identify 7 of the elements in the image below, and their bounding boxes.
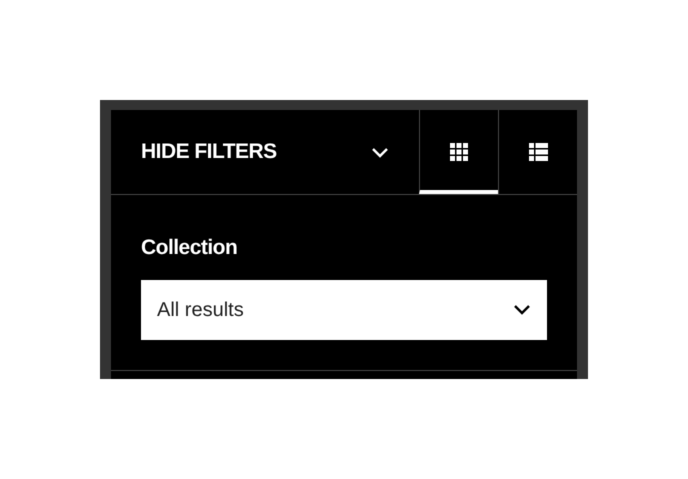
hide-filters-toggle[interactable]: HIDE FILTERS bbox=[111, 110, 419, 194]
chevron-icon bbox=[371, 146, 389, 158]
chevron-icon bbox=[513, 304, 531, 315]
list-icon bbox=[528, 143, 548, 161]
collection-select[interactable]: All results bbox=[141, 280, 547, 340]
grid-icon bbox=[450, 143, 468, 161]
filter-label: Collection bbox=[141, 235, 238, 261]
